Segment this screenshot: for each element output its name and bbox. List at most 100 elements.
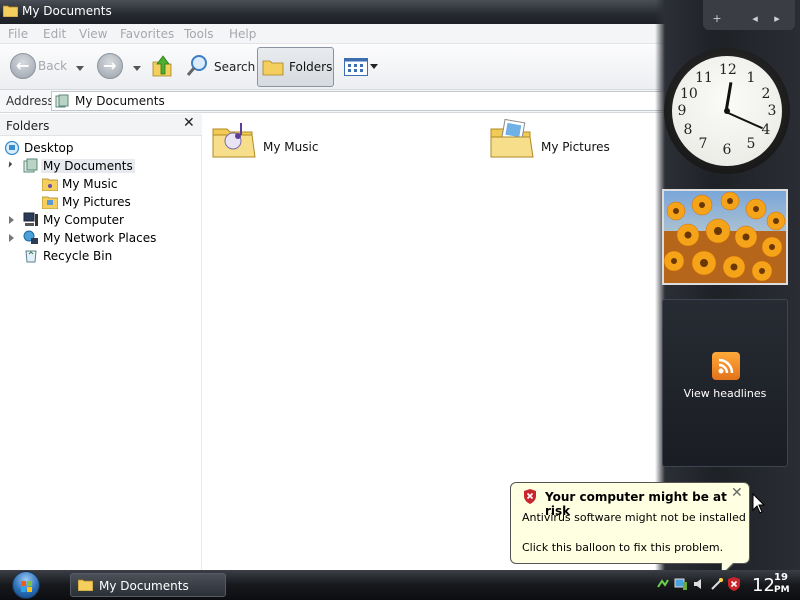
- mouse-cursor-icon: [752, 493, 766, 514]
- views-icon[interactable]: [344, 58, 368, 76]
- clock-pivot: [724, 108, 730, 114]
- folder-icon: [3, 5, 18, 17]
- music-folder-icon: [42, 178, 58, 191]
- clock-numeral: 5: [746, 136, 756, 152]
- file-label: My Music: [263, 140, 319, 154]
- taskbar-item-my-documents[interactable]: My Documents: [70, 573, 226, 597]
- folders-pane-header: Folders ✕: [0, 114, 202, 136]
- rss-icon: [712, 352, 740, 380]
- tree-item-label: Desktop: [24, 141, 74, 155]
- search-icon: [186, 55, 207, 76]
- tray-clock[interactable]: 12 19 PM: [752, 571, 796, 599]
- clock-ampm: PM: [774, 585, 790, 595]
- minute-hand: [725, 111, 763, 130]
- clock-numeral: 12: [719, 62, 737, 78]
- start-button[interactable]: [10, 570, 46, 600]
- pictures-folder-icon: [490, 119, 534, 158]
- menu-help[interactable]: Help: [229, 27, 256, 41]
- add-gadget-icon[interactable]: +: [709, 12, 725, 26]
- security-balloon[interactable]: Your computer might be at risk ✕ Antivir…: [510, 482, 750, 577]
- back-label: Back: [38, 59, 68, 73]
- balloon-action: Click this balloon to fix this problem.: [522, 541, 724, 554]
- forward-dropdown-icon[interactable]: [133, 66, 141, 71]
- shield-warning-tray-icon[interactable]: [727, 577, 741, 591]
- close-icon[interactable]: ✕: [731, 485, 743, 501]
- next-icon[interactable]: ▸: [769, 12, 785, 26]
- search-button[interactable]: Search: [186, 50, 256, 82]
- balloon-message: Antivirus software might not be installe…: [522, 511, 746, 524]
- back-button[interactable]: ← Back: [8, 50, 70, 82]
- folder-icon: [262, 60, 284, 76]
- forward-button[interactable]: →: [95, 50, 127, 82]
- up-folder-icon[interactable]: [151, 54, 173, 78]
- menu-favorites[interactable]: Favorites: [120, 27, 174, 41]
- menu-edit[interactable]: Edit: [43, 27, 66, 41]
- clock-hour: 12: [752, 575, 775, 596]
- folders-pane: Folders ✕ Desktop My Documents My Music: [0, 114, 202, 570]
- network-tray-icon[interactable]: [656, 577, 670, 591]
- clock-minute: 19: [774, 572, 788, 583]
- collapse-arrow-icon[interactable]: [5, 161, 13, 168]
- expand-arrow-icon[interactable]: [9, 216, 14, 224]
- folders-label: Folders: [289, 60, 333, 74]
- clock-numeral: 7: [698, 136, 708, 152]
- tree-item-label: My Pictures: [62, 195, 131, 209]
- volume-tray-icon[interactable]: [692, 577, 706, 591]
- my-documents-icon: [55, 94, 69, 108]
- expand-arrow-icon[interactable]: [9, 234, 14, 242]
- desktop-icon: [4, 140, 20, 155]
- pictures-folder-icon: [42, 196, 58, 209]
- slideshow-gadget[interactable]: [662, 189, 788, 285]
- clock-numeral: 6: [722, 142, 732, 158]
- network-icon: [23, 230, 38, 244]
- windows-logo-icon: [12, 571, 40, 599]
- clock-gadget[interactable]: 12 1 2 3 4 5 6 7 8 9 10 11: [664, 48, 790, 174]
- address-field[interactable]: My Documents: [51, 91, 671, 111]
- my-documents-icon: [23, 158, 38, 173]
- sidebar-controls: + ◂ ▸: [703, 0, 795, 30]
- tree-item-label: My Computer: [43, 213, 124, 227]
- address-label: Address: [6, 94, 54, 108]
- computer-icon: [23, 212, 38, 226]
- folder-icon: [78, 579, 93, 591]
- computer-tray-icon[interactable]: [674, 577, 688, 591]
- forward-arrow-icon: →: [97, 53, 123, 79]
- clock-numeral: 4: [761, 122, 771, 138]
- recycle-bin-icon: [25, 250, 37, 263]
- views-dropdown-icon[interactable]: [370, 64, 378, 69]
- feed-headlines-gadget[interactable]: View headlines: [662, 299, 788, 467]
- tree-item-label: My Documents: [41, 159, 135, 173]
- shield-warning-icon: [524, 489, 536, 504]
- tree-item-label: Recycle Bin: [43, 249, 113, 263]
- menu-file[interactable]: File: [8, 27, 28, 41]
- folders-button[interactable]: Folders: [257, 47, 334, 87]
- clock-numeral: 1: [746, 70, 756, 86]
- menu-view[interactable]: View: [79, 27, 107, 41]
- menu-tools[interactable]: Tools: [184, 27, 214, 41]
- folders-pane-title: Folders: [6, 119, 50, 133]
- view-headlines-label: View headlines: [683, 387, 767, 400]
- clock-face: 12 1 2 3 4 5 6 7 8 9 10 11: [672, 56, 782, 166]
- clock-numeral: 9: [677, 103, 687, 119]
- window-title: My Documents: [22, 4, 112, 18]
- address-value: My Documents: [75, 94, 165, 108]
- search-label: Search: [214, 60, 256, 74]
- back-arrow-icon: ←: [10, 53, 36, 79]
- tree-item-label: My Network Places: [43, 231, 157, 245]
- clock-numeral: 8: [683, 122, 693, 138]
- back-dropdown-icon[interactable]: [76, 66, 84, 71]
- taskbar-item-label: My Documents: [99, 579, 189, 593]
- folder-my-music[interactable]: My Music: [211, 119, 341, 169]
- clock-numeral: 2: [761, 86, 771, 102]
- clock-numeral: 11: [695, 70, 713, 86]
- folder-my-pictures[interactable]: My Pictures: [489, 119, 619, 169]
- music-folder-icon: [212, 123, 256, 158]
- clock-numeral: 10: [680, 86, 698, 102]
- tree-item-label: My Music: [62, 177, 118, 191]
- close-icon[interactable]: ✕: [183, 115, 195, 131]
- prev-icon[interactable]: ◂: [747, 12, 763, 26]
- clock-numeral: 3: [767, 103, 777, 119]
- file-label: My Pictures: [541, 140, 610, 154]
- flower-photo: [664, 191, 786, 283]
- wand-tray-icon[interactable]: [710, 577, 724, 591]
